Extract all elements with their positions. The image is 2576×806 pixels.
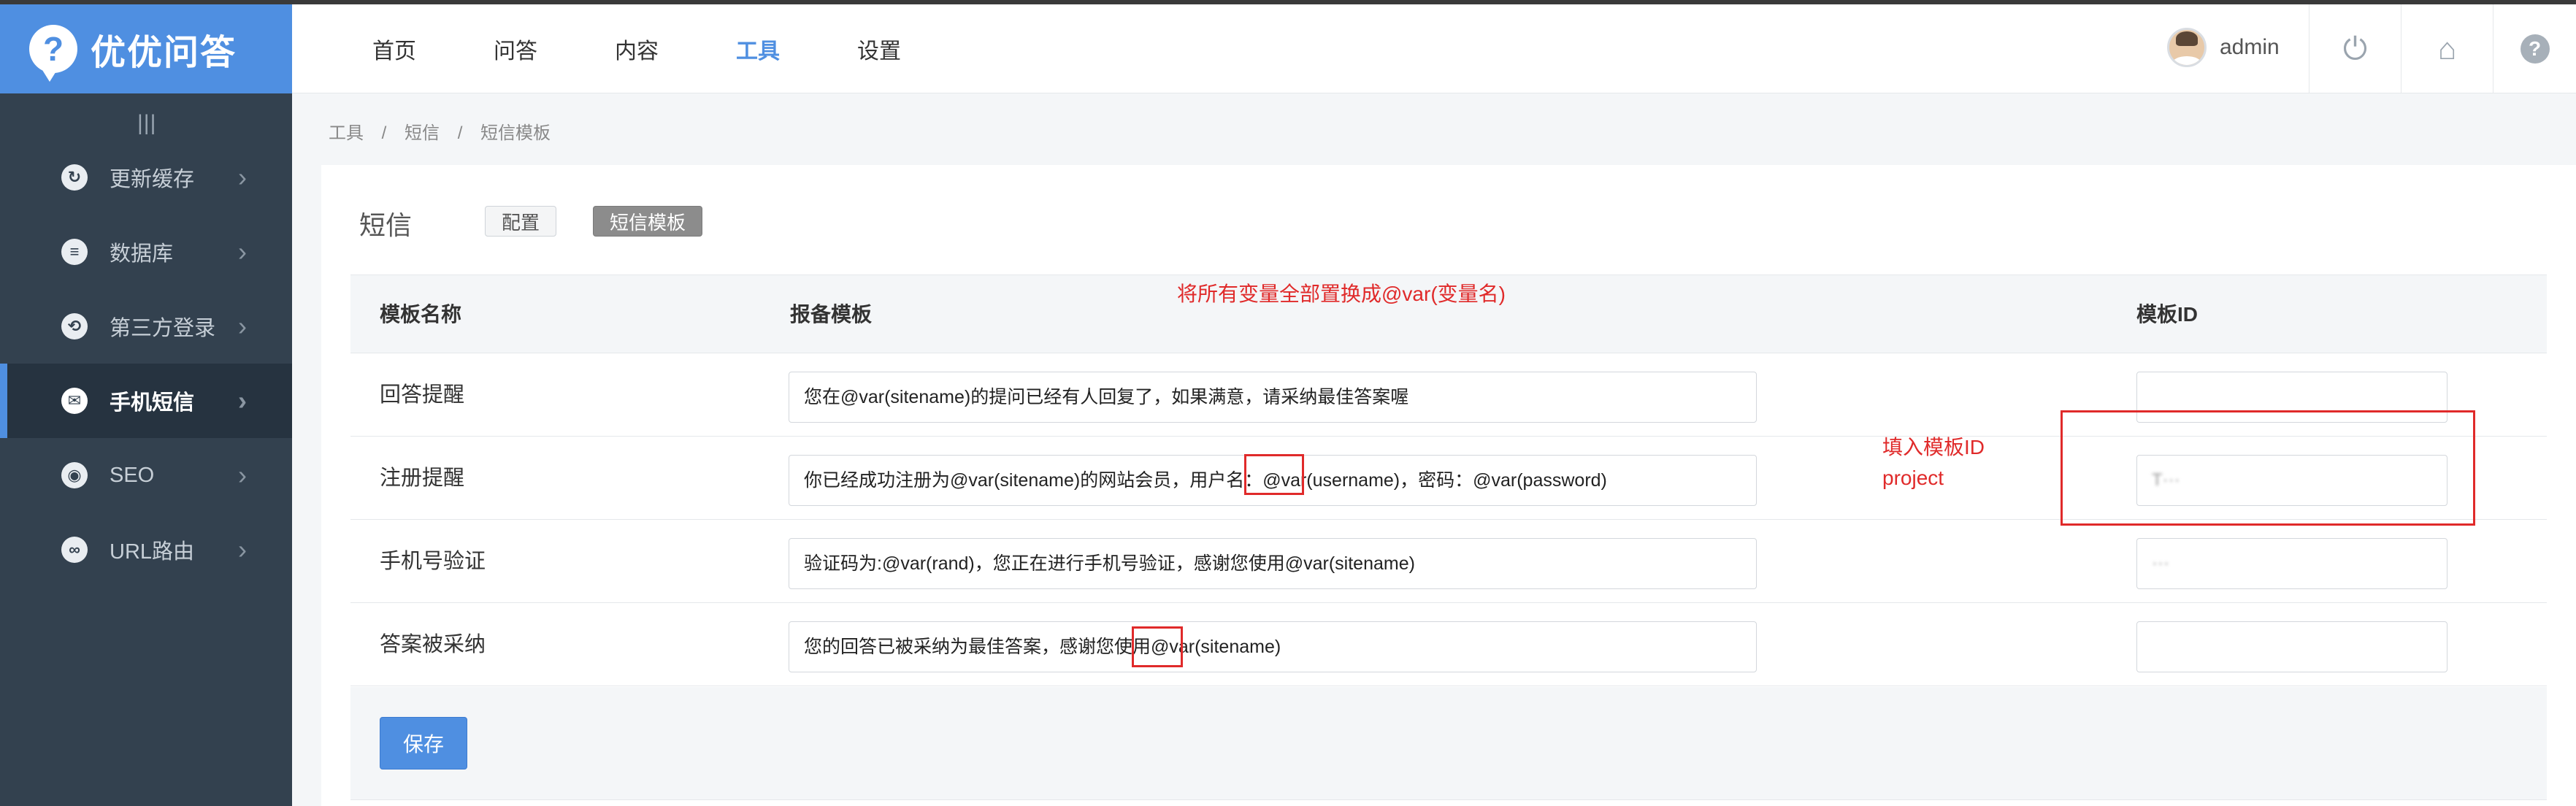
avatar bbox=[2167, 28, 2207, 67]
page-title: 短信 bbox=[359, 210, 413, 240]
nav-qa[interactable]: 问答 bbox=[494, 33, 537, 65]
tab-config[interactable]: 配置 bbox=[485, 206, 557, 237]
template-name: 手机号验证 bbox=[380, 550, 486, 573]
template-content-input[interactable]: 验证码为:@var(rand)，您正在进行手机号验证，感谢您使用@var(sit… bbox=[789, 538, 1757, 589]
help-glyph: ? bbox=[2520, 34, 2550, 64]
table-row: 答案被采纳 您的回答已被采纳为最佳答案，感谢您使用@var(sitename) bbox=[350, 603, 2547, 686]
column-header-template: 报备模板 bbox=[790, 303, 873, 326]
template-id-input[interactable]: ··· bbox=[2136, 538, 2447, 589]
sidebar-item-database[interactable]: ≡ 数据库 › bbox=[0, 215, 292, 289]
annotation-box-var-username bbox=[1244, 454, 1304, 495]
share-icon: ⟲ bbox=[61, 313, 88, 339]
form-actions: 保存 bbox=[350, 687, 2547, 800]
annotation-box-template-id bbox=[2061, 410, 2475, 526]
app-name: 优优问答 bbox=[91, 34, 237, 72]
chevron-right-icon: › bbox=[238, 460, 247, 490]
sidebar-item-label: URL路由 bbox=[110, 540, 195, 564]
message-icon: ✉ bbox=[61, 388, 88, 414]
save-button[interactable]: 保存 bbox=[380, 717, 467, 769]
link-icon: ∞ bbox=[61, 537, 88, 563]
chevron-right-icon: › bbox=[238, 162, 247, 192]
sidebar-item-label: SEO bbox=[110, 463, 155, 487]
sidebar-item-label: 更新缓存 bbox=[110, 168, 195, 191]
help-icon[interactable]: ? bbox=[2493, 4, 2576, 93]
sidebar-item-seo[interactable]: ◉ SEO › bbox=[0, 438, 292, 513]
breadcrumb-tools[interactable]: 工具 bbox=[329, 123, 364, 143]
sidebar-nav: ↻ 更新缓存 › ≡ 数据库 › ⟲ 第三方登录 › ✉ 手机短信 › ◉ SE… bbox=[0, 140, 292, 587]
top-header: 首页 问答 内容 工具 设置 admin ⏻ ⌂ ? bbox=[292, 4, 2576, 93]
breadcrumb: 工具 / 短信 / 短信模板 bbox=[329, 118, 564, 144]
chevron-right-icon: › bbox=[238, 385, 247, 415]
user-menu[interactable]: admin bbox=[2167, 28, 2280, 67]
column-header-template-name: 模板名称 bbox=[380, 303, 462, 326]
table-row: 手机号验证 验证码为:@var(rand)，您正在进行手机号验证，感谢您使用@v… bbox=[350, 520, 2547, 603]
template-name: 答案被采纳 bbox=[380, 633, 486, 656]
nav-home[interactable]: 首页 bbox=[372, 33, 416, 65]
annotation-box-var-sitename bbox=[1132, 626, 1183, 667]
target-icon: ◉ bbox=[61, 462, 88, 488]
annotation-line: 填入模板ID bbox=[1882, 436, 1985, 458]
sidebar-item-label: 第三方登录 bbox=[110, 317, 216, 340]
username: admin bbox=[2220, 35, 2280, 59]
breadcrumb-separator: / bbox=[457, 123, 463, 143]
app-logo[interactable]: ? 优优问答 bbox=[0, 4, 292, 93]
template-name: 回答提醒 bbox=[380, 383, 465, 407]
home-icon[interactable]: ⌂ bbox=[2401, 4, 2493, 93]
chevron-right-icon: › bbox=[238, 534, 247, 564]
chevron-right-icon: › bbox=[238, 237, 247, 266]
sidebar-item-url-routing[interactable]: ∞ URL路由 › bbox=[0, 513, 292, 587]
power-icon[interactable]: ⏻ bbox=[2309, 4, 2401, 93]
nav-settings[interactable]: 设置 bbox=[857, 33, 901, 65]
database-icon: ≡ bbox=[61, 239, 88, 265]
sidebar-item-refresh-cache[interactable]: ↻ 更新缓存 › bbox=[0, 140, 292, 215]
tab-sms-templates[interactable]: 短信模板 bbox=[593, 206, 703, 237]
sidebar-item-label: 手机短信 bbox=[110, 391, 195, 415]
annotation-replace-variables: 将所有变量全部置换成@var(变量名) bbox=[1177, 283, 1506, 305]
sidebar-item-third-party-login[interactable]: ⟲ 第三方登录 › bbox=[0, 289, 292, 364]
template-id-value: ··· bbox=[2152, 553, 2169, 573]
sidebar-item-label: 数据库 bbox=[110, 242, 174, 266]
nav-tools[interactable]: 工具 bbox=[736, 33, 780, 65]
template-name: 注册提醒 bbox=[380, 467, 465, 490]
nav-content[interactable]: 内容 bbox=[615, 33, 659, 65]
template-content-input[interactable]: 您的回答已被采纳为最佳答案，感谢您使用@var(sitename) bbox=[789, 621, 1757, 672]
chevron-right-icon: › bbox=[238, 311, 247, 341]
breadcrumb-sms-templates: 短信模板 bbox=[480, 123, 551, 143]
column-header-template-id: 模板ID bbox=[2136, 303, 2199, 326]
breadcrumb-sms[interactable]: 短信 bbox=[405, 123, 440, 143]
sidebar-collapse-handle[interactable]: ||| bbox=[137, 111, 156, 136]
annotation-line: project bbox=[1882, 467, 1944, 489]
sidebar: ? 优优问答 ||| ↻ 更新缓存 › ≡ 数据库 › ⟲ 第三方登录 › ✉ … bbox=[0, 4, 292, 806]
top-nav: 首页 问答 内容 工具 设置 bbox=[372, 4, 978, 93]
breadcrumb-separator: / bbox=[381, 123, 387, 143]
sidebar-item-sms[interactable]: ✉ 手机短信 › bbox=[0, 364, 292, 438]
annotation-fill-template-id: 填入模板ID project bbox=[1882, 432, 1985, 494]
refresh-icon: ↻ bbox=[61, 164, 88, 191]
logo-question-icon: ? bbox=[29, 25, 77, 82]
template-content-input[interactable]: 您在@var(sitename)的提问已经有人回复了，如果满意，请采纳最佳答案喔 bbox=[789, 372, 1757, 423]
template-id-input[interactable] bbox=[2136, 621, 2447, 672]
